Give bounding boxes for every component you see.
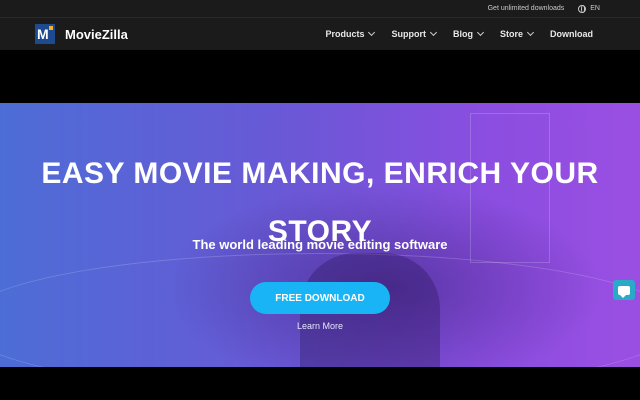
chevron-down-icon — [368, 28, 376, 37]
chevron-down-icon — [476, 28, 485, 37]
chevron-down-icon — [526, 28, 535, 37]
hero-section: EASY MOVIE MAKING, ENRICH YOUR STORY The… — [0, 103, 640, 367]
language-selector[interactable]: EN — [578, 4, 600, 13]
nav-item-label: Blog — [452, 29, 473, 39]
nav-item-label: Download — [550, 29, 593, 39]
brand-name: MovieZilla — [65, 26, 128, 42]
main-navbar: M MovieZilla Products Support Blog Store… — [0, 18, 640, 50]
nav-item-label: Products — [325, 29, 365, 39]
learn-more-link[interactable]: Learn More — [0, 321, 640, 331]
hero-subtitle: The world leading movie editing software — [192, 237, 448, 252]
hero-headline-line2: STORY — [267, 215, 373, 248]
hero-headline-line1: EASY MOVIE MAKING, ENRICH YOUR — [41, 157, 599, 190]
nav-item-label: Store — [499, 29, 523, 39]
chat-icon — [618, 285, 630, 298]
nav-item-support[interactable]: Support — [391, 28, 438, 39]
nav-item-products[interactable]: Products — [325, 28, 376, 39]
language-label: EN — [590, 5, 600, 12]
primary-nav: Products Support Blog Store Download — [325, 18, 593, 50]
unlimited-downloads-link[interactable]: Get unlimited downloads — [488, 5, 565, 12]
globe-icon — [578, 4, 587, 13]
moviezilla-logo-icon: M — [35, 24, 55, 44]
chevron-down-icon — [429, 28, 438, 37]
nav-item-store[interactable]: Store — [499, 28, 535, 39]
nav-item-blog[interactable]: Blog — [452, 28, 485, 39]
brand-logo-link[interactable]: M MovieZilla — [35, 24, 128, 44]
nav-item-download[interactable]: Download — [550, 29, 593, 39]
chat-widget-button[interactable] — [613, 280, 635, 300]
nav-item-label: Support — [391, 29, 426, 39]
free-download-button[interactable]: FREE DOWNLOAD — [250, 282, 390, 314]
top-utility-bar: Get unlimited downloads EN — [0, 0, 640, 18]
